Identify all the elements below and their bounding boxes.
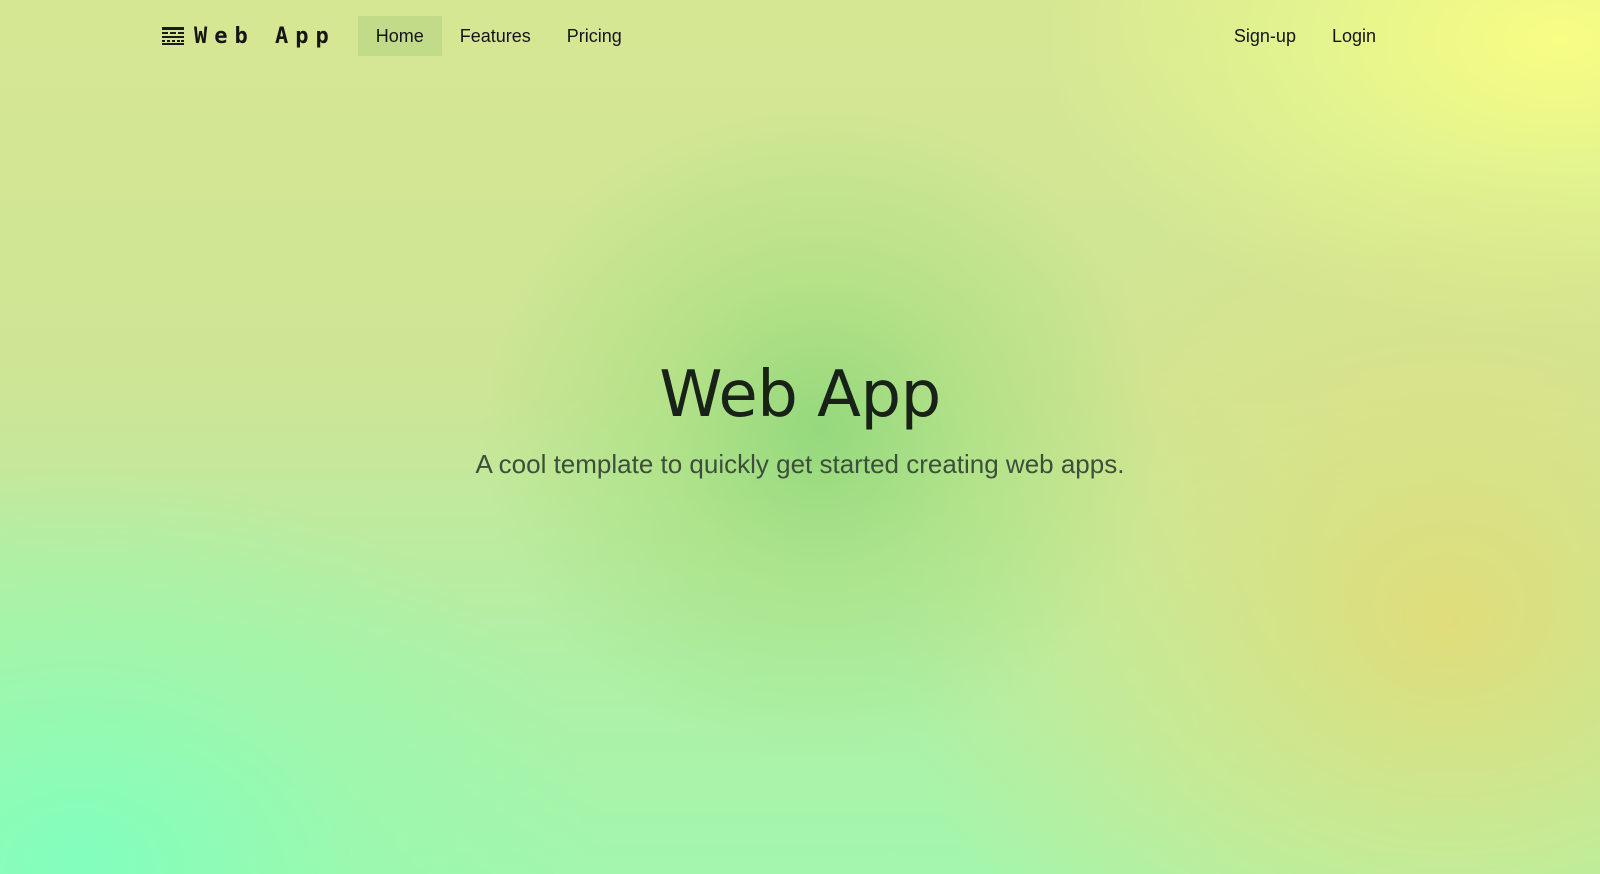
main-nav-links: Home Features Pricing	[357, 16, 640, 56]
grid-logo-icon	[162, 27, 184, 45]
login-link[interactable]: Login	[1314, 16, 1394, 56]
brand-name: Web App	[194, 23, 336, 49]
hero-title: Web App	[659, 358, 941, 432]
nav-link-features[interactable]: Features	[442, 16, 549, 56]
nav-link-home[interactable]: Home	[357, 16, 442, 56]
nav-link-pricing[interactable]: Pricing	[549, 16, 640, 56]
hero-subtitle: A cool template to quickly get started c…	[475, 449, 1125, 479]
hero-section: Web App A cool template to quickly get s…	[0, 355, 1600, 480]
top-navbar: Web App Home Features Pricing Sign-up Lo…	[0, 0, 1600, 72]
auth-links: Sign-up Login	[1216, 16, 1394, 56]
brand-logo-link[interactable]: Web App	[162, 24, 336, 49]
signup-link[interactable]: Sign-up	[1216, 16, 1314, 56]
